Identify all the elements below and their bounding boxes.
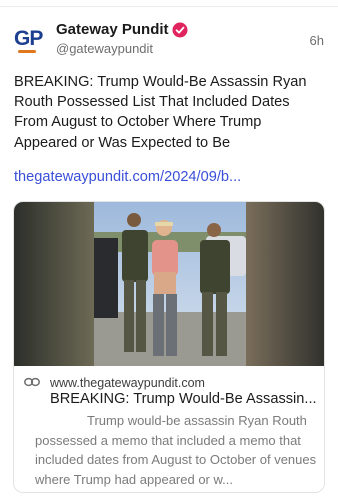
link-preview-meta: www.thegatewaypundit.com BREAKING: Trump…: [14, 366, 324, 492]
verified-badge-icon: [172, 22, 188, 38]
link-preview-image[interactable]: [14, 202, 325, 366]
link-title[interactable]: BREAKING: Trump Would-Be Assassin...: [50, 391, 320, 407]
avatar-swoosh: [18, 50, 36, 53]
post-link[interactable]: thegatewaypundit.com/2024/09/b...: [14, 169, 326, 185]
link-description: Trump would-be assassin Ryan Routh posse…: [35, 413, 317, 487]
top-divider: [0, 6, 338, 7]
author-name[interactable]: Gateway Pundit: [56, 21, 169, 38]
link-icon: [24, 377, 40, 387]
post-header: GP Gateway Pundit @gatewaypundit 6h: [14, 20, 326, 60]
link-preview-card[interactable]: www.thegatewaypundit.com BREAKING: Trump…: [13, 201, 325, 493]
post-timestamp[interactable]: 6h: [310, 33, 324, 48]
avatar[interactable]: GP: [14, 24, 44, 54]
post-text: BREAKING: Trump Would-Be Assassin Ryan R…: [14, 74, 307, 151]
author-handle[interactable]: @gatewaypundit: [56, 41, 153, 56]
link-domain: www.thegatewaypundit.com: [50, 376, 205, 390]
